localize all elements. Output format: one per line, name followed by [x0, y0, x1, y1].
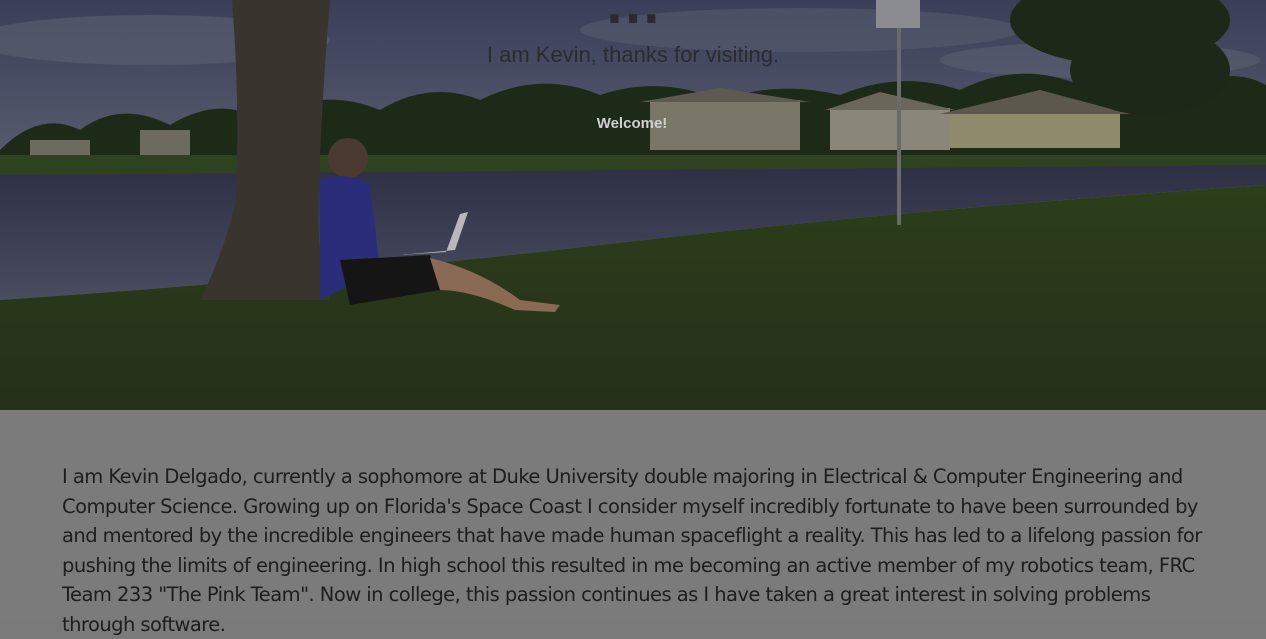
about-section: I am Kevin Delgado, currently a sophomor… — [0, 410, 1266, 636]
hero-banner: … I am Kevin, thanks for visiting. Welco… — [0, 0, 1266, 410]
hero-subtitle: I am Kevin, thanks for visiting. — [486, 42, 780, 67]
page-title: … — [604, 0, 662, 36]
welcome-button[interactable]: Welcome! — [581, 112, 683, 136]
about-paragraph: I am Kevin Delgado, currently a sophomor… — [62, 465, 1202, 636]
